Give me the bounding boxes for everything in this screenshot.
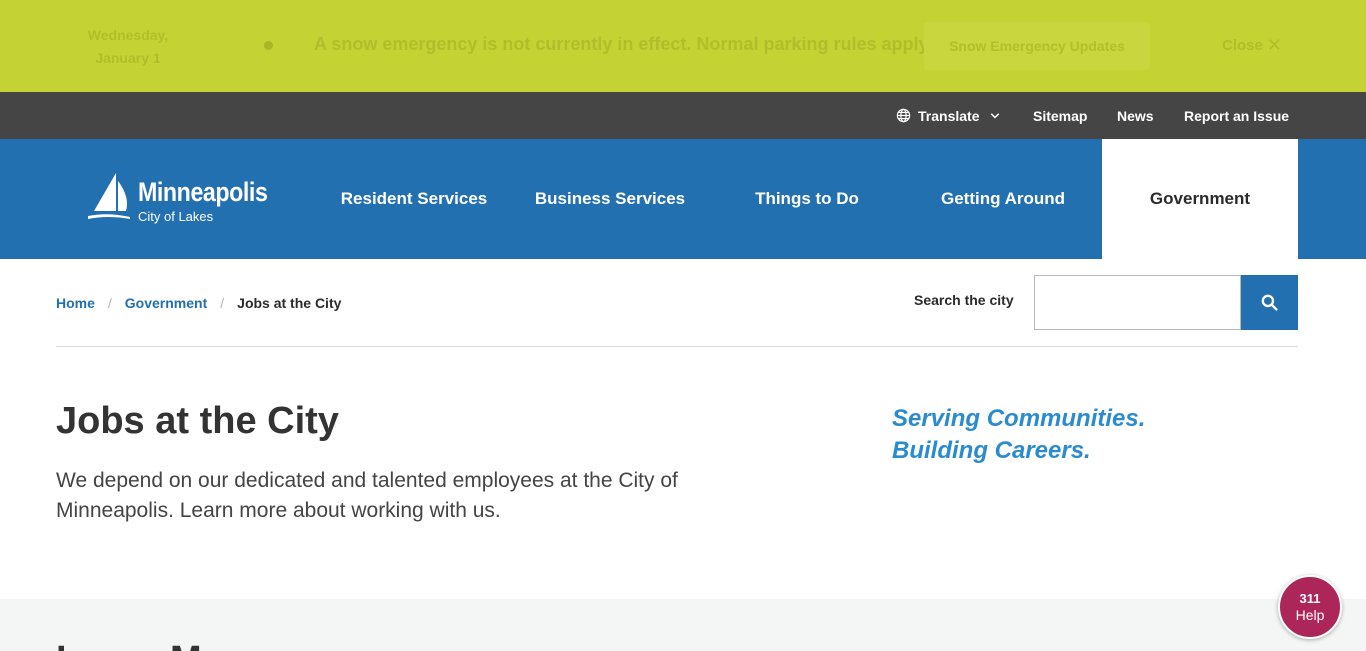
news-link[interactable]: News — [1117, 92, 1154, 139]
sailboat-logo-icon — [88, 173, 130, 219]
translate-dropdown[interactable]: Translate — [896, 92, 1001, 139]
breadcrumb-home[interactable]: Home — [56, 295, 95, 311]
alert-close-button[interactable]: Close ✕ — [1222, 36, 1282, 54]
search-icon — [1261, 294, 1278, 311]
report-issue-link[interactable]: Report an Issue — [1184, 92, 1289, 139]
minneapolis-logo[interactable]: Minneapolis City of Lakes — [86, 169, 276, 229]
nav-getting-around[interactable]: Getting Around — [905, 139, 1101, 259]
search-input[interactable] — [1034, 275, 1241, 330]
translate-label: Translate — [918, 107, 980, 124]
alert-message: A snow emergency is not currently in eff… — [314, 34, 933, 54]
help-number: 311 — [1299, 591, 1321, 606]
snow-emergency-updates-button[interactable]: Snow Emergency Updates — [924, 22, 1150, 70]
breadcrumb: Home / Government / Jobs at the City — [56, 292, 341, 314]
nav-resident-services[interactable]: Resident Services — [316, 139, 512, 259]
logo-name: Minneapolis — [138, 177, 268, 207]
careers-tagline: Serving Communities. Building Careers. — [892, 403, 1145, 467]
chevron-down-icon — [991, 112, 1000, 119]
nav-government[interactable]: Government — [1102, 139, 1298, 259]
breadcrumb-separator: / — [107, 295, 112, 311]
breadcrumb-separator: / — [220, 295, 225, 311]
tagline-line-1: Serving Communities. — [892, 405, 1146, 432]
search-button[interactable] — [1241, 275, 1298, 330]
status-dot-icon — [264, 41, 273, 50]
nav-things-to-do[interactable]: Things to Do — [709, 139, 905, 259]
globe-icon — [896, 108, 911, 123]
sitemap-link[interactable]: Sitemap — [1033, 92, 1087, 139]
close-icon: ✕ — [1266, 35, 1282, 55]
tagline-line-2: Building Careers. — [892, 437, 1091, 464]
311-help-button[interactable]: 311 Help — [1278, 575, 1342, 639]
section-heading: Learn More — [56, 639, 261, 651]
help-label: Help — [1295, 607, 1325, 623]
main-navigation: Minneapolis City of Lakes Resident Servi… — [0, 139, 1366, 259]
nav-business-services[interactable]: Business Services — [512, 139, 708, 259]
divider — [56, 346, 1298, 347]
page-intro: We depend on our dedicated and talented … — [56, 469, 678, 522]
search-label: Search the city — [914, 292, 1014, 308]
alert-date: Wednesday, January 1 — [87, 27, 169, 66]
breadcrumb-current: Jobs at the City — [237, 295, 342, 311]
learn-more-section: Learn More — [0, 599, 1366, 651]
alert-close-label: Close — [1222, 36, 1263, 54]
breadcrumb-government[interactable]: Government — [125, 295, 207, 311]
page-title: Jobs at the City — [56, 400, 339, 442]
logo-tagline: City of Lakes — [138, 209, 214, 224]
snow-emergency-banner: Wednesday, January 1 A snow emergency is… — [0, 0, 1366, 92]
utility-bar: Translate Sitemap News Report an Issue — [0, 92, 1366, 139]
